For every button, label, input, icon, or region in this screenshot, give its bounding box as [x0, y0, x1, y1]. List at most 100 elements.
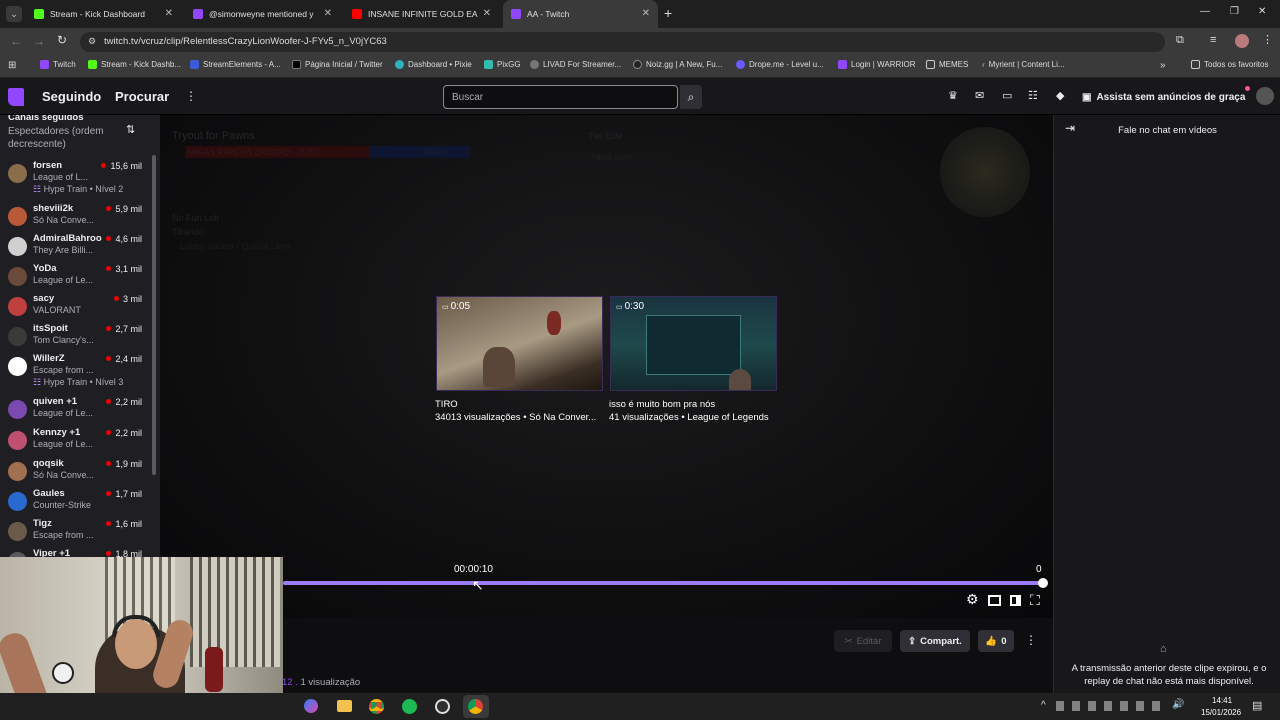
related-clip-card[interactable]: ▭ 0:30: [610, 296, 777, 391]
viewer-count: 3,1 mil: [106, 264, 142, 274]
channel-avatar: [8, 207, 27, 226]
sidebar-channel-item[interactable]: itsSpoit Tom Clancy's... 2,7 mil: [0, 323, 150, 353]
related-clip-card[interactable]: ▭ 0:05: [436, 296, 603, 391]
bits-icon[interactable]: ◆: [1056, 89, 1064, 102]
bookmark-folder[interactable]: MEMES: [926, 60, 968, 69]
all-bookmarks-folder[interactable]: Todos os favoritos: [1191, 60, 1268, 69]
windows-taskbar: ^ 🔊 14:41 15/01/2026 ▤: [0, 693, 1280, 720]
channel-game: They Are Billi...: [33, 245, 94, 255]
video-player[interactable]: Tryout for Pawns VAGAS RAPIDAS ZANZIRO -…: [160, 115, 1053, 618]
search-button[interactable]: ⌕: [680, 85, 702, 109]
clock-date[interactable]: 15/01/2026: [1201, 708, 1241, 717]
spotify-icon[interactable]: [402, 699, 417, 714]
restore-button[interactable]: ❐: [1230, 6, 1239, 17]
sidebar-channel-item[interactable]: Tigz Escape from ... 1,6 mil: [0, 518, 150, 548]
theatre-mode-icon[interactable]: [988, 595, 1001, 606]
sidebar-channel-item[interactable]: qoqsik Só Na Conve... 1,9 mil: [0, 458, 150, 488]
scene-overlay-text: Nivel sem: [592, 152, 632, 162]
more-options-icon[interactable]: ⋮: [1025, 633, 1037, 647]
user-avatar[interactable]: [1256, 87, 1274, 105]
new-tab-button[interactable]: +: [664, 5, 672, 21]
x-icon: [292, 60, 301, 69]
like-button[interactable]: 👍 0: [978, 630, 1014, 652]
channel-avatar: [8, 164, 27, 183]
sidebar-channel-item[interactable]: forsen League of L... 15,6 mil ☷ Hype Train…: [0, 160, 150, 194]
viewer-count: 1,9 mil: [106, 459, 142, 469]
bookmark-item[interactable]: StreamElements - A...: [190, 60, 281, 69]
copilot-icon[interactable]: [304, 699, 318, 713]
close-window-button[interactable]: ✕: [1258, 6, 1266, 17]
sidebar-toggle-icon[interactable]: [1010, 595, 1021, 606]
clock-time[interactable]: 14:41: [1212, 696, 1232, 705]
address-bar[interactable]: ⚙ twitch.tv/vcruz/clip/RelentlessCrazyLi…: [80, 32, 1165, 52]
browser-tab-youtube[interactable]: INSANE INFINITE GOLD EASTE ✕: [344, 0, 499, 28]
sidebar-channel-item[interactable]: sacy VALORANT 3 mil: [0, 293, 150, 323]
sidebar-channel-item[interactable]: AdmiralBahroo They Are Billi... 4,6 mil: [0, 233, 150, 263]
view-count: 12 . 1 visualização: [282, 677, 361, 688]
share-button[interactable]: ⇪ Compart.: [900, 630, 970, 652]
sidebar-channel-item[interactable]: Viper +1 1,8 mil: [0, 548, 150, 557]
inbox-icon[interactable]: ✉: [975, 89, 984, 102]
sidebar-channel-item[interactable]: sheviii2k Só Na Conve... 5,9 mil: [0, 203, 150, 233]
more-icon[interactable]: ⋮: [185, 89, 197, 103]
tab-title: INSANE INFINITE GOLD EASTE: [368, 9, 478, 19]
file-explorer-icon[interactable]: [337, 700, 352, 712]
bookmark-item[interactable]: Login | WARRIOR: [838, 60, 915, 69]
bookmark-item[interactable]: Dashboard • Pixie: [395, 60, 472, 69]
close-icon[interactable]: ✕: [324, 8, 332, 19]
bookmark-item[interactable]: LIVAD For Streamer...: [530, 60, 621, 69]
profile-avatar[interactable]: [1235, 34, 1249, 48]
channel-name: WillerZ: [33, 353, 65, 364]
bookmark-item[interactable]: Página Inicial / Twitter: [292, 60, 383, 69]
bookmark-item[interactable]: Noiz.gg | A New, Fu...: [633, 60, 722, 69]
clip-duration: ▭ 0:30: [616, 301, 645, 312]
channel-game: Counter-Strike: [33, 500, 92, 510]
channel-game: Tom Clancy's...: [33, 335, 94, 345]
crown-icon[interactable]: ♛: [948, 89, 958, 102]
viewer-count: 2,4 mil: [106, 354, 142, 364]
viewer-count: 2,2 mil: [106, 397, 142, 407]
viewer-count: 1,8 mil: [106, 549, 142, 557]
volume-icon[interactable]: 🔊: [1172, 699, 1184, 710]
media-icon[interactable]: ≡: [1210, 34, 1216, 46]
sidebar-channel-item[interactable]: Gaules Counter-Strike 1,7 mil: [0, 488, 150, 518]
obs-icon[interactable]: [435, 699, 450, 714]
settings-icon[interactable]: ⚙: [966, 591, 979, 608]
seek-bar[interactable]: [283, 578, 1048, 588]
notifications-icon[interactable]: ☷: [1028, 89, 1038, 102]
sidebar-channel-item[interactable]: WillerZ Escape from ... 2,4 mil ☷ Hype Trai…: [0, 353, 150, 387]
close-icon[interactable]: ✕: [642, 8, 650, 19]
bookmark-item[interactable]: ‹ Myrient | Content Li...: [982, 60, 1065, 69]
menu-icon[interactable]: ⋮: [1262, 33, 1273, 46]
chrome-icon[interactable]: [369, 699, 384, 714]
play-icon: ▭: [442, 304, 451, 311]
minimize-button[interactable]: —: [1200, 6, 1210, 17]
chevron-right-icon[interactable]: »: [1160, 60, 1166, 71]
ad-free-button[interactable]: ▣ Assista sem anúncios de graça: [1082, 86, 1245, 108]
sidebar-channel-item[interactable]: YoDa League of Le... 3,1 mil: [0, 263, 150, 293]
bookmark-item[interactable]: PixGG: [484, 60, 521, 69]
chrome-active-icon[interactable]: [463, 695, 489, 718]
related-clip-title[interactable]: TIRO: [435, 399, 458, 410]
browser-tab-twitch-active[interactable]: AA - Twitch ✕: [503, 0, 658, 28]
channel-avatar: [8, 237, 27, 256]
edit-button[interactable]: ✂ Editar: [834, 630, 892, 652]
channel-name: forsen: [33, 160, 63, 171]
bookmark-item[interactable]: Drope.me - Level u...: [736, 60, 824, 69]
share-icon: ⇪: [908, 635, 917, 647]
tray-chevron-icon[interactable]: ^: [1041, 700, 1046, 711]
close-icon[interactable]: ✕: [483, 8, 491, 19]
sidebar-channel-item[interactable]: quiven +1 League of Le... 2,2 mil: [0, 396, 150, 426]
notifications-center-icon[interactable]: ▤: [1252, 699, 1262, 712]
related-clip-title[interactable]: isso é muito bom pra nós: [609, 399, 715, 410]
seek-handle[interactable]: [1038, 578, 1048, 588]
drope-icon: [736, 60, 745, 69]
sidebar-channel-item[interactable]: Kennzy +1 League of Le... 2,2 mil: [0, 427, 150, 457]
extensions-icon[interactable]: ⧉: [1176, 34, 1184, 47]
search-input[interactable]: Buscar: [443, 85, 678, 109]
close-icon[interactable]: ✕: [165, 8, 173, 19]
whispers-icon[interactable]: ▭: [1002, 89, 1012, 102]
fullscreen-icon[interactable]: ⛶: [1030, 592, 1040, 609]
webcam-window-bars: [190, 557, 280, 667]
browser-tab-mention[interactable]: @simonweyne mentioned y ✕: [185, 0, 340, 28]
